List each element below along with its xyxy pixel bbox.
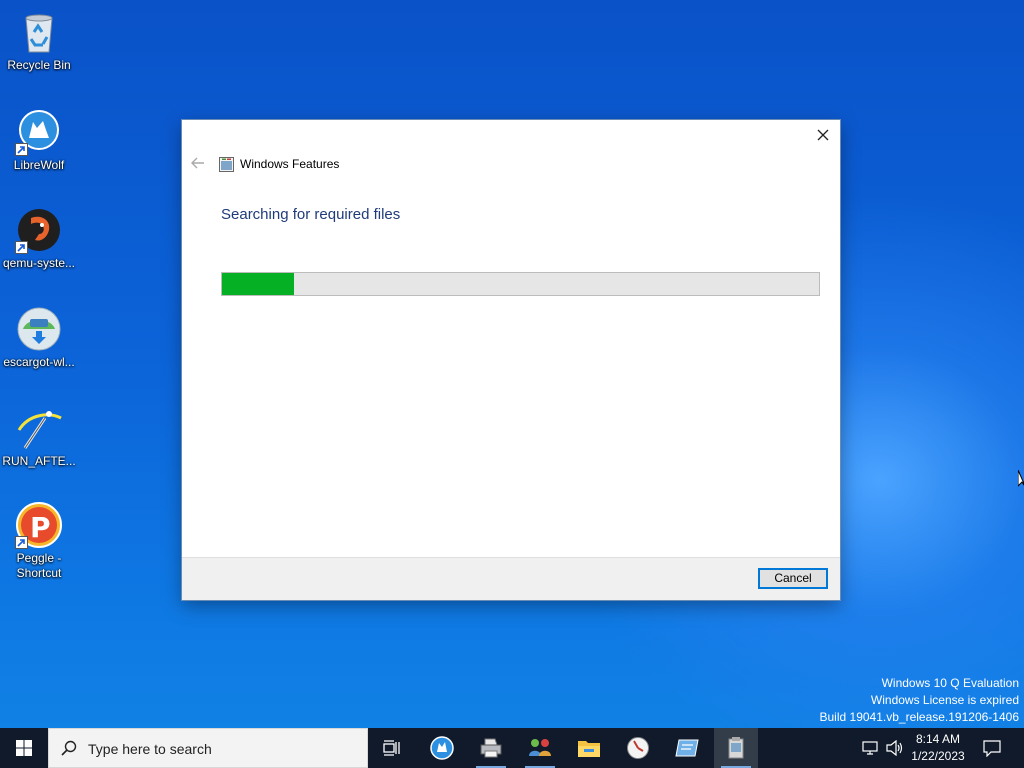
notification-icon — [983, 739, 1001, 757]
network-people-icon — [529, 739, 551, 756]
volume-tray-button[interactable] — [884, 728, 906, 768]
svg-text:P: P — [30, 511, 51, 544]
desktop-icon-librewolf[interactable]: LibreWolf — [0, 100, 78, 173]
shortcut-arrow-icon — [15, 143, 28, 156]
desktop-icon-label: RUN_AFTE... — [2, 454, 76, 468]
windows-logo-icon — [16, 740, 32, 756]
clock-date: 1/22/2023 — [911, 749, 965, 763]
printer-app-icon — [480, 738, 502, 758]
shortcut-arrow-icon — [15, 241, 28, 254]
taskbar-clock[interactable]: 8:14 AM 1/22/2023 — [906, 731, 970, 765]
peggle-icon: P — [15, 501, 63, 549]
librewolf-taskbar-icon — [430, 736, 454, 760]
window-app-icon — [675, 739, 699, 757]
desktop-icon-label: Peggle - Shortcut — [16, 551, 62, 580]
back-arrow-icon — [191, 157, 204, 169]
run-after-icon — [15, 404, 63, 452]
taskbar: Type here to search 8:14 AM 1/22/2023 — [0, 728, 1024, 768]
desktop-icon-escargot[interactable]: escargot-wl... — [0, 297, 78, 370]
desktop-icon-recycle-bin[interactable]: Recycle Bin — [0, 0, 78, 73]
recycle-bin-icon — [15, 8, 63, 56]
taskbar-clock-app[interactable] — [616, 728, 660, 768]
close-icon — [817, 129, 829, 141]
task-view-icon — [383, 740, 400, 756]
clock-time: 8:14 AM — [915, 732, 961, 746]
taskbar-network-people[interactable] — [518, 728, 562, 768]
escargot-icon — [15, 305, 63, 353]
file-explorer-icon — [578, 741, 600, 757]
desktop-icon-label: LibreWolf — [13, 158, 65, 172]
progress-bar — [221, 272, 820, 296]
taskbar-librewolf[interactable] — [420, 728, 464, 768]
shortcut-arrow-icon — [15, 536, 28, 549]
mouse-cursor-icon — [1017, 469, 1024, 491]
cancel-button[interactable]: Cancel — [758, 568, 828, 589]
qemu-icon — [15, 206, 63, 254]
activation-watermark: Windows 10 Q Evaluation Windows License … — [820, 675, 1020, 726]
dialog-title: Windows Features — [240, 157, 340, 171]
task-view-button[interactable] — [370, 728, 414, 768]
app-clock-icon — [627, 737, 649, 759]
windows-features-dialog: Windows Features Searching for required … — [182, 120, 840, 600]
taskbar-window-app[interactable] — [665, 728, 709, 768]
desktop-icon-label: Recycle Bin — [7, 58, 71, 72]
librewolf-icon — [15, 108, 63, 156]
start-button[interactable] — [0, 728, 48, 768]
taskbar-search-box[interactable]: Type here to search — [48, 728, 368, 768]
close-button[interactable] — [814, 126, 832, 144]
search-placeholder: Type here to search — [88, 741, 212, 757]
taskbar-file-explorer[interactable] — [567, 728, 611, 768]
status-heading: Searching for required files — [221, 206, 401, 223]
back-button[interactable] — [191, 157, 207, 173]
watermark-line: Windows 10 Q Evaluation — [881, 676, 1019, 690]
taskbar-printer-app[interactable] — [469, 728, 513, 768]
speaker-icon — [886, 740, 903, 756]
dialog-footer: Cancel — [182, 557, 840, 600]
progress-fill — [222, 273, 294, 295]
desktop-icon-qemu[interactable]: qemu-syste... — [0, 198, 78, 271]
watermark-line: Windows License is expired — [870, 693, 1019, 707]
network-icon — [862, 741, 878, 755]
desktop-icon-peggle[interactable]: P Peggle - Shortcut — [0, 493, 78, 581]
action-center-button[interactable] — [978, 728, 1006, 768]
windows-features-app-icon — [728, 737, 744, 759]
desktop-icon-run-after[interactable]: RUN_AFTE... — [0, 396, 78, 469]
watermark-line: Build 19041.vb_release.191206-1406 — [819, 710, 1020, 724]
network-tray-button[interactable] — [858, 728, 884, 768]
windows-features-icon — [219, 157, 234, 172]
desktop-icon-label: qemu-syste... — [2, 256, 76, 270]
search-icon — [61, 740, 77, 756]
desktop-icon-label: escargot-wl... — [3, 355, 75, 369]
taskbar-windows-features[interactable] — [714, 728, 758, 768]
